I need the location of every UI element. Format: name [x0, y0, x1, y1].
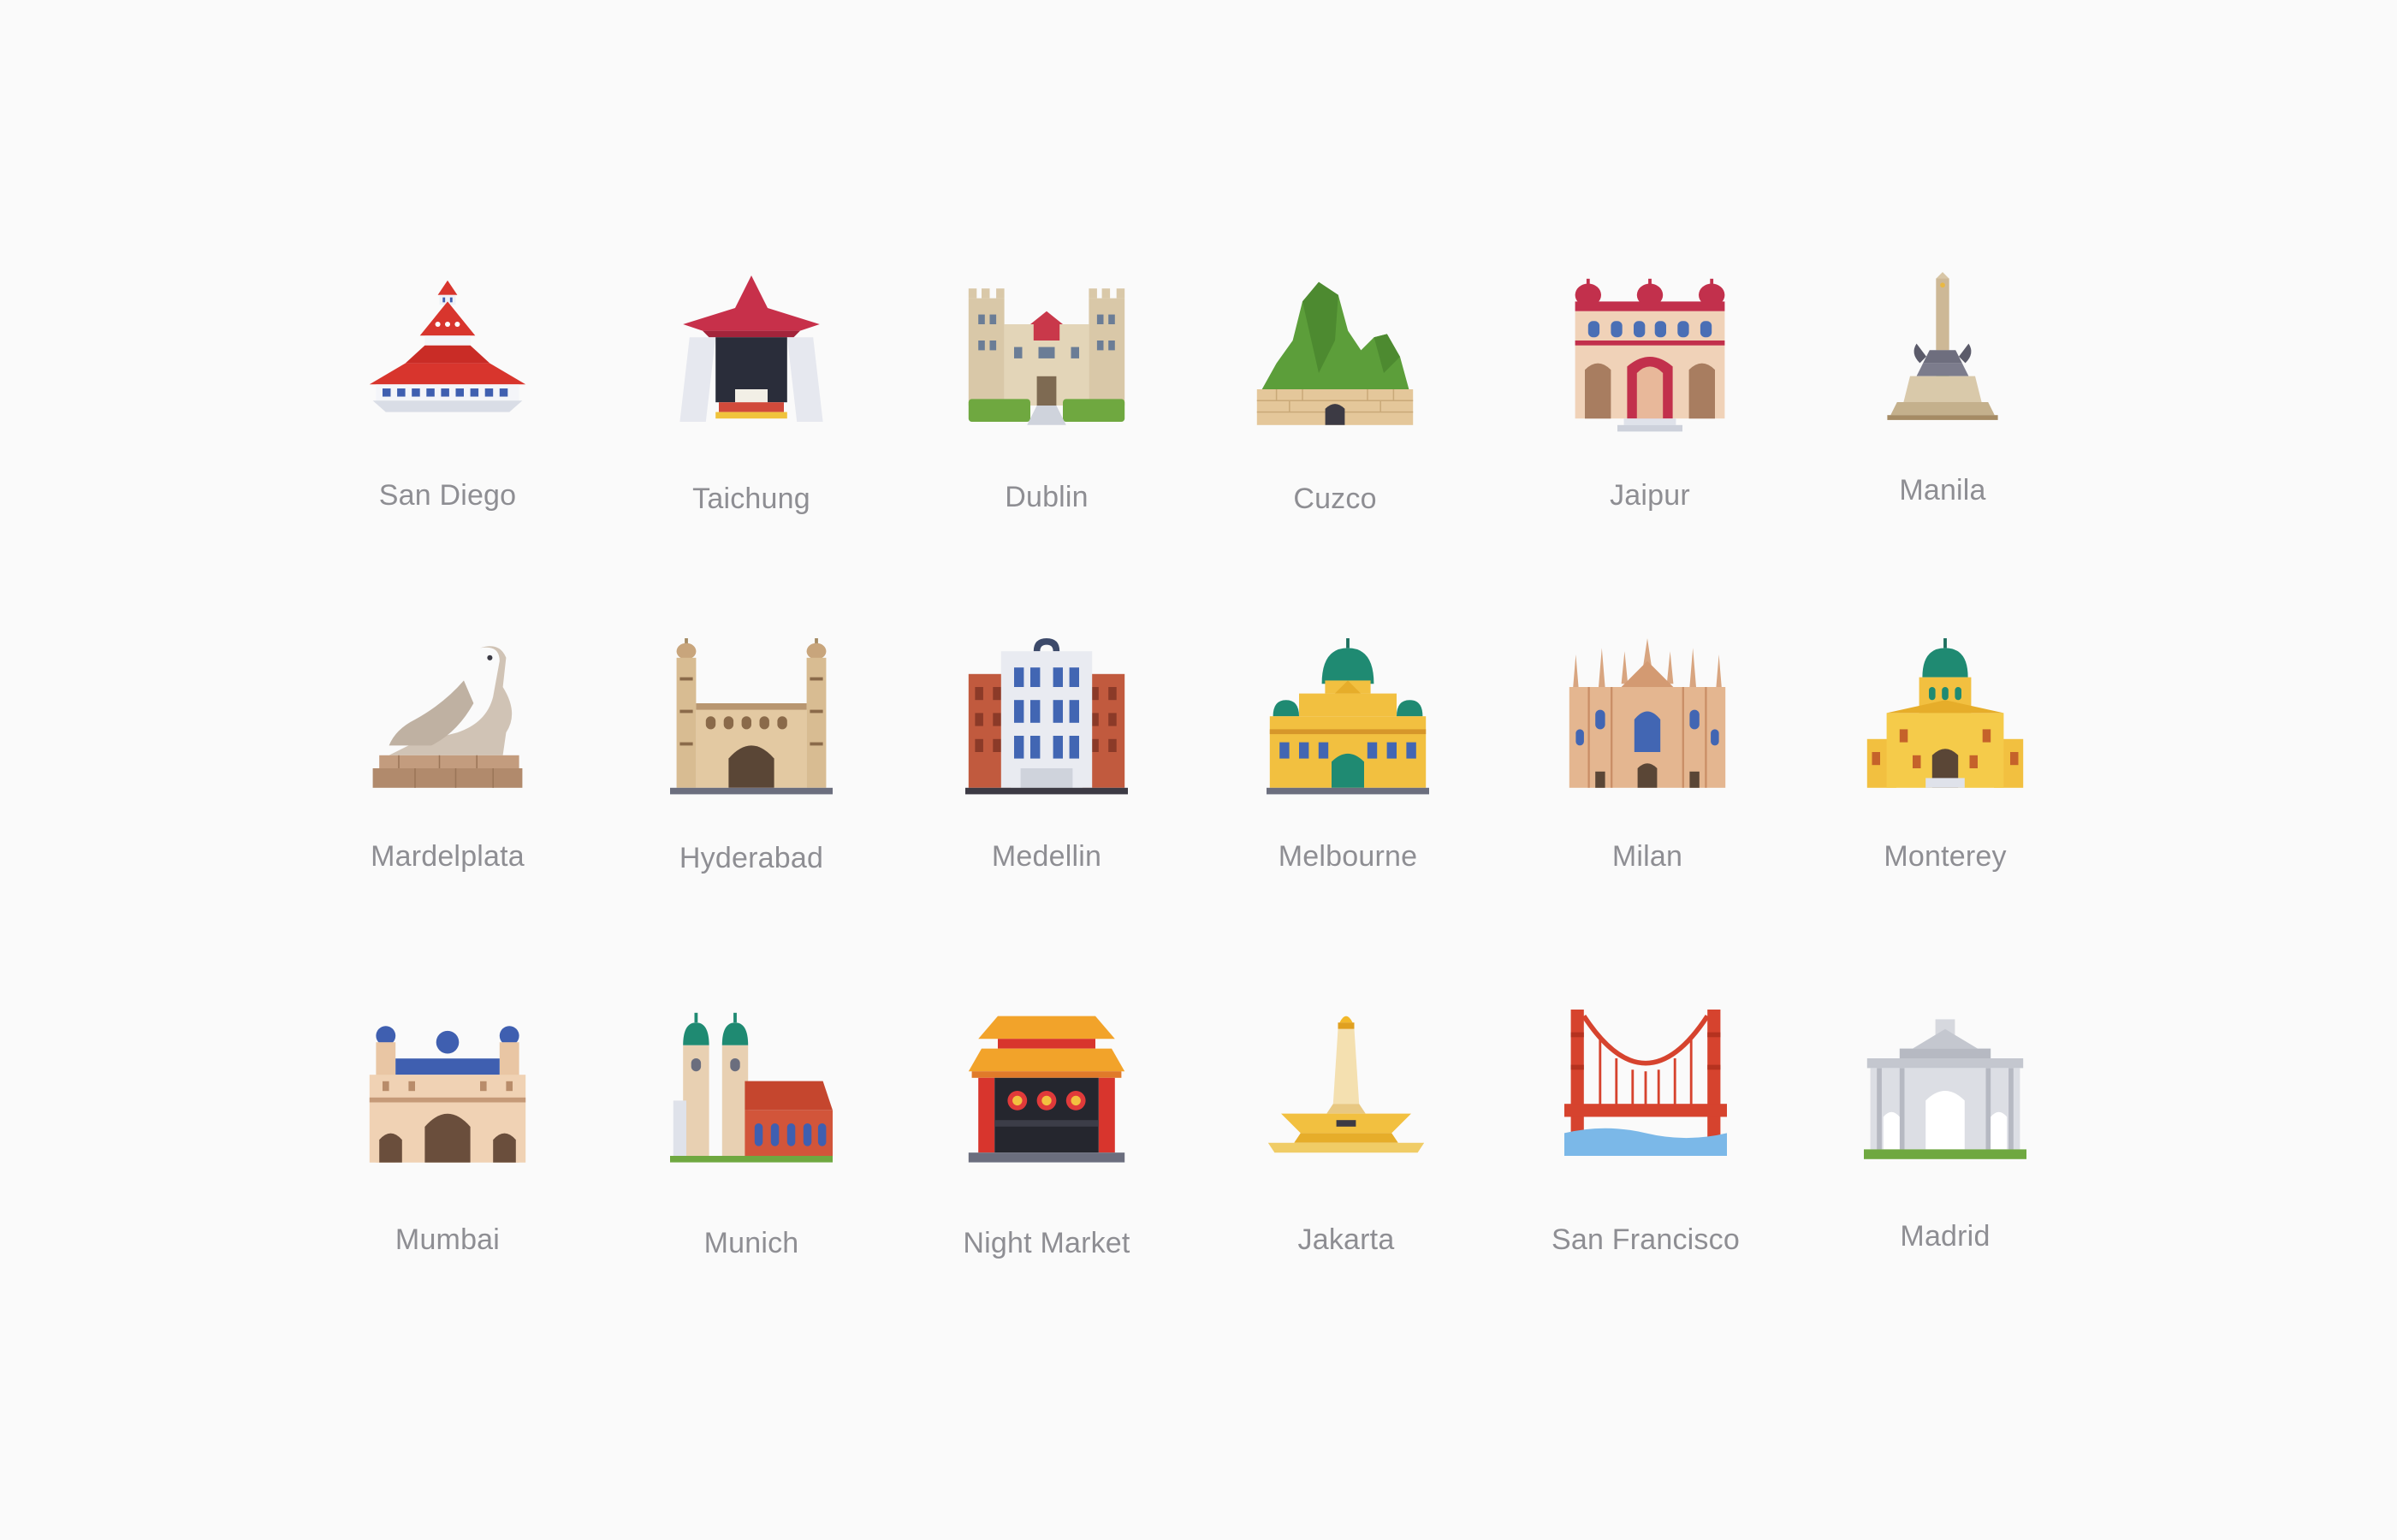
city-label: Munich	[703, 1227, 799, 1259]
munich-frauenkirche-icon	[670, 1010, 833, 1172]
taichung-pagoda-icon	[670, 275, 833, 438]
night-market-gate-icon	[965, 1010, 1128, 1172]
mumbai-gateway-icon	[366, 1013, 529, 1176]
landmark-icon-grid: San Diego Taichung Dublin Cuzco Jaipur M…	[0, 0, 2397, 1540]
city-label: Jaipur	[1610, 479, 1690, 512]
city-label: Medellin	[991, 840, 1102, 873]
monterey-church-icon	[1864, 638, 2026, 801]
city-label: San Francisco	[1552, 1223, 1740, 1256]
jaipur-palace-icon	[1569, 275, 1731, 438]
city-label: San Diego	[378, 479, 517, 512]
mardelplata-sea-lion-icon	[366, 638, 529, 801]
madrid-puerta-de-alcala-icon	[1864, 1010, 2026, 1172]
city-label: Cuzco	[1293, 483, 1377, 515]
city-label: Mumbai	[395, 1223, 501, 1256]
golden-gate-bridge-icon	[1564, 1010, 1727, 1172]
city-label: Madrid	[1900, 1220, 1991, 1253]
city-label: Taichung	[692, 483, 810, 515]
city-label: Jakarta	[1297, 1223, 1395, 1256]
cuzco-machu-picchu-icon	[1254, 275, 1416, 438]
medellin-building-icon	[965, 638, 1128, 801]
melbourne-flinders-station-icon	[1267, 638, 1429, 801]
san-diego-hotel-icon	[366, 275, 529, 438]
city-label: Monterey	[1884, 840, 2007, 873]
milan-cathedral-icon	[1566, 638, 1729, 801]
hyderabad-charminar-icon	[670, 638, 833, 801]
city-label: Dublin	[1005, 481, 1089, 513]
city-label: Milan	[1611, 840, 1683, 873]
jakarta-monas-icon	[1265, 1010, 1427, 1172]
city-label: Night Market	[963, 1227, 1130, 1259]
dublin-castle-icon	[965, 275, 1128, 438]
city-label: Mardelplata	[371, 840, 525, 873]
city-label: Melbourne	[1278, 840, 1418, 873]
city-label: Hyderabad	[679, 842, 824, 874]
city-label: Manila	[1899, 474, 1986, 506]
manila-rizal-monument-icon	[1861, 272, 2024, 435]
